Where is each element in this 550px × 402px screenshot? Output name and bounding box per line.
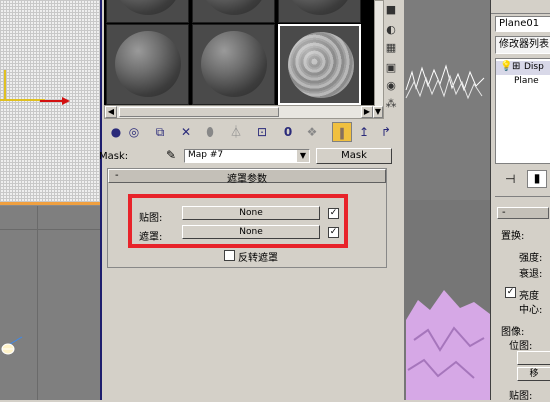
sample-slots xyxy=(104,0,374,105)
displaced-plane-wireframe[interactable] xyxy=(404,60,490,110)
noise-material-sphere xyxy=(288,32,354,98)
sample-slot[interactable] xyxy=(192,0,275,23)
go-forward-to-sibling-icon[interactable]: ↱ xyxy=(376,122,396,142)
expand-icon[interactable]: ⊞ xyxy=(512,61,520,72)
modifier-stack[interactable]: 💡 ⊞ Disp Plane xyxy=(495,58,550,164)
bitmap-button[interactable] xyxy=(517,351,550,365)
material-sphere xyxy=(115,0,181,15)
map-name-value: Map #7 xyxy=(188,150,224,160)
horizontal-scrollbar[interactable]: ◀ ▶ xyxy=(104,105,374,119)
scroll-thumb[interactable] xyxy=(119,107,279,117)
modifier-list-dropdown[interactable]: 修改器列表 xyxy=(495,36,550,54)
video-color-check-icon[interactable]: ◉ xyxy=(382,78,400,94)
luminance-center-checkbox[interactable]: ✓ xyxy=(505,287,516,298)
stack-item-plane[interactable]: Plane xyxy=(496,75,550,89)
material-sphere xyxy=(201,31,267,97)
backlight-icon[interactable]: ◐ xyxy=(382,22,400,38)
luminance-label: 亮度 xyxy=(519,291,539,302)
stack-item-displace[interactable]: 💡 ⊞ Disp xyxy=(496,61,550,75)
rollout-title: 遮罩参数 xyxy=(227,174,267,185)
put-to-scene-icon[interactable]: ◎ xyxy=(124,122,144,142)
sample-slot[interactable] xyxy=(192,24,275,105)
sample-slot[interactable] xyxy=(106,24,189,105)
parameters-rollout: - 置换: 强度: 衰退: ✓ 亮度 中心: 图像: 位图: 移 贴图: xyxy=(495,196,550,402)
make-unique-icon[interactable]: ⬮ xyxy=(200,122,220,142)
bitmap-label: 位图: xyxy=(509,341,533,352)
lightbulb-icon[interactable]: 💡 xyxy=(500,61,512,72)
material-sphere xyxy=(115,31,181,97)
material-sphere xyxy=(287,0,353,15)
scroll-right-icon[interactable]: ▶ xyxy=(361,106,373,118)
displaced-mesh-shaded[interactable] xyxy=(404,280,490,400)
material-toolbar: ● ◎ ⧉ ✕ ⬮ ⏃ ⊡ 0 ❖ ∥ ↥ ↱ xyxy=(104,122,404,144)
displace-group-title: 置换: xyxy=(501,231,525,242)
map-type-button[interactable]: Mask xyxy=(316,148,392,164)
right-viewport[interactable] xyxy=(404,0,490,400)
remove-bitmap-button[interactable]: 移 xyxy=(517,367,550,381)
pin-stack-icon[interactable]: ⊣ xyxy=(505,172,515,186)
pick-material-icon[interactable]: ✎ xyxy=(166,148,180,164)
show-end-result-icon[interactable]: ∥ xyxy=(332,122,352,142)
image-group-title: 图像: xyxy=(501,327,525,338)
viewport-border xyxy=(0,202,100,205)
sample-slot[interactable] xyxy=(106,0,189,23)
sample-slot[interactable] xyxy=(278,0,361,23)
sample-type-icon[interactable]: ■ xyxy=(382,2,400,18)
command-panel: Plane01 修改器列表 💡 ⊞ Disp Plane ⊣ ▮ - 置换: 强… xyxy=(490,0,550,402)
rollout-header[interactable]: - 遮罩参数 xyxy=(108,169,386,185)
transform-gizmo[interactable] xyxy=(0,70,100,110)
invert-mask-checkbox[interactable] xyxy=(224,250,235,261)
stack-item-label: Plane xyxy=(514,76,539,86)
get-material-icon[interactable]: ● xyxy=(106,122,126,142)
section-toggle: - xyxy=(502,207,506,218)
mask-label: Mask: xyxy=(99,151,129,162)
rollout-toggle: - xyxy=(115,170,119,181)
decay-label: 衰退: xyxy=(519,269,543,280)
assign-to-selection-icon[interactable]: ⧉ xyxy=(150,122,170,142)
show-map-in-viewport-icon[interactable]: ❖ xyxy=(302,122,322,142)
reset-map-icon[interactable]: ✕ xyxy=(176,122,196,142)
scroll-left-icon[interactable]: ◀ xyxy=(105,106,117,118)
invert-mask-label: 反转遮罩 xyxy=(238,253,278,264)
go-to-parent-icon[interactable]: ↥ xyxy=(354,122,374,142)
map-name-row: Mask: ✎ Map #7 ▼ Mask xyxy=(99,148,402,166)
sample-slot-active[interactable] xyxy=(278,24,361,105)
channel-zero-icon[interactable]: 0 xyxy=(278,122,298,142)
object-name-field[interactable]: Plane01 xyxy=(495,16,550,32)
material-sphere xyxy=(201,0,267,15)
chevron-down-icon[interactable]: ▼ xyxy=(297,150,309,162)
side-toolbar: ■ ◐ ▦ ▣ ◉ ⁂ xyxy=(378,0,404,120)
map-name-dropdown[interactable]: Map #7 ▼ xyxy=(184,149,310,163)
stack-item-label: Disp xyxy=(524,62,544,72)
strength-label: 强度: xyxy=(519,253,543,264)
make-preview-icon[interactable]: ⁂ xyxy=(382,96,400,112)
panel-tabs[interactable] xyxy=(491,0,550,14)
stack-toolbar: ⊣ ▮ xyxy=(495,168,550,190)
material-effects-channel-icon[interactable]: ⊡ xyxy=(252,122,272,142)
light-object-icon[interactable] xyxy=(0,325,40,365)
show-end-result-icon[interactable]: ▮ xyxy=(527,170,547,188)
sample-uv-icon[interactable]: ▣ xyxy=(382,60,400,76)
left-viewport[interactable] xyxy=(0,0,100,400)
background-icon[interactable]: ▦ xyxy=(382,40,400,56)
parameters-header[interactable]: - xyxy=(497,207,549,219)
put-to-library-icon[interactable]: ⏃ xyxy=(226,122,246,142)
lower-viewport[interactable] xyxy=(0,206,100,400)
highlight-box xyxy=(128,194,348,248)
center-label: 中心: xyxy=(519,305,543,316)
